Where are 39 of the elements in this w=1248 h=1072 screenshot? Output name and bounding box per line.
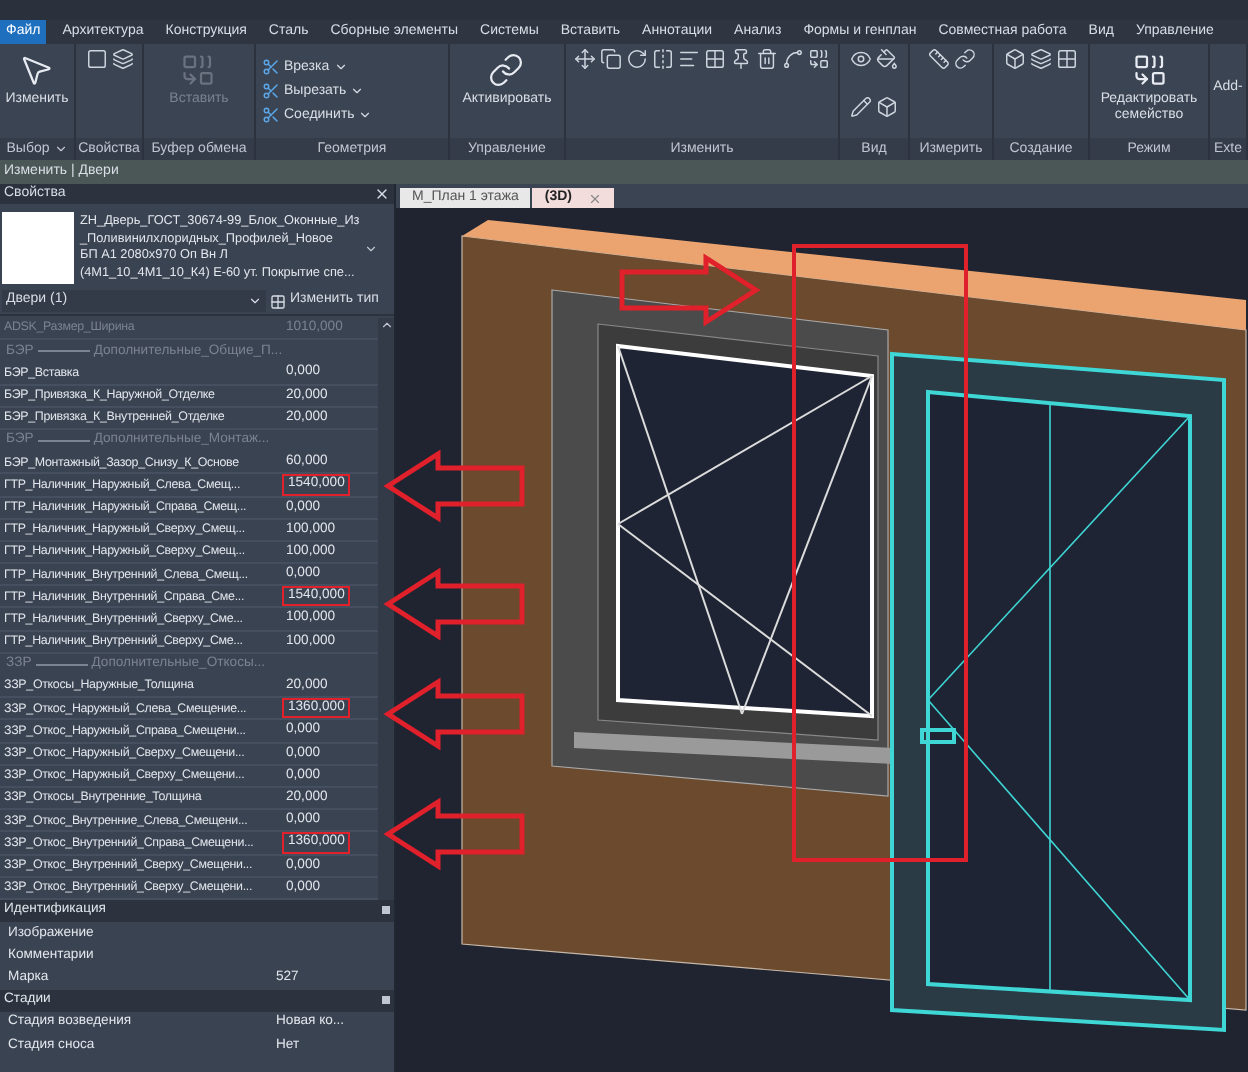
caret-icon: [363, 241, 378, 255]
caret-icon[interactable]: [53, 142, 68, 156]
pin-icon[interactable]: [730, 48, 752, 70]
copy-icon[interactable]: [600, 48, 622, 70]
collapse-icon: [382, 996, 390, 1005]
scissors-icon: [262, 106, 280, 124]
scrollbar[interactable]: [378, 318, 394, 900]
array-icon[interactable]: [704, 48, 726, 70]
eye-icon[interactable]: [850, 48, 872, 70]
edit-type-icon[interactable]: [270, 293, 286, 309]
arrow-shape: [383, 797, 525, 871]
align-icon[interactable]: [678, 48, 700, 70]
arrow-shape: [383, 677, 525, 751]
rotate-icon[interactable]: [626, 48, 648, 70]
cube-icon[interactable]: [1004, 48, 1026, 70]
pointer-icon: [18, 52, 55, 88]
element-icon[interactable]: [85, 48, 107, 70]
type-preview: [2, 212, 74, 284]
link-icon: [488, 52, 525, 88]
ruler-icon[interactable]: [927, 48, 949, 70]
paint-icon[interactable]: [876, 48, 898, 70]
collapse-icon: [382, 906, 390, 915]
arrow-shape: [383, 449, 525, 523]
join-icon: [1131, 52, 1167, 88]
arrow-shape: [619, 253, 761, 327]
layers-icon[interactable]: [111, 48, 133, 70]
arrow-shape: [383, 567, 525, 641]
caret-icon: [248, 294, 262, 308]
move-icon[interactable]: [574, 48, 596, 70]
delete-icon[interactable]: [756, 48, 778, 70]
scroll-up-icon[interactable]: [379, 318, 393, 332]
grid-icon[interactable]: [1056, 48, 1078, 70]
pencil-icon[interactable]: [850, 95, 872, 117]
join-icon: [180, 52, 217, 88]
box-icon[interactable]: [876, 95, 898, 117]
layers-icon[interactable]: [1030, 48, 1052, 70]
mirror-icon[interactable]: [652, 48, 674, 70]
scissors-icon: [262, 58, 280, 76]
scissors-icon: [262, 82, 280, 100]
